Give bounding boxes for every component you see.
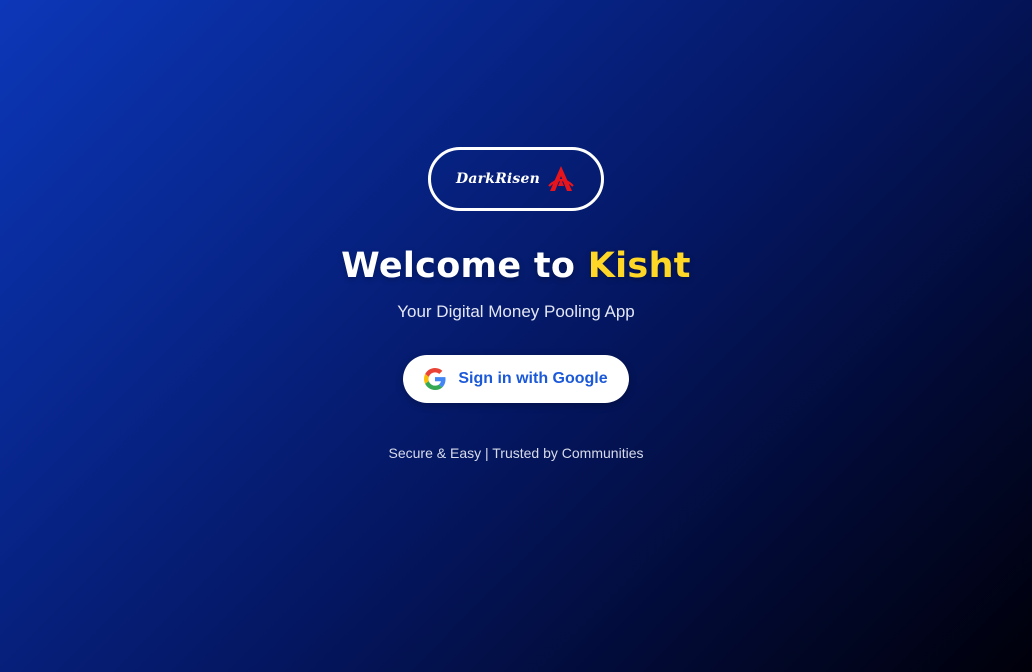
logo-badge: DarkRisen	[428, 147, 604, 211]
google-g-icon	[424, 368, 446, 390]
logo-wordmark: DarkRisen	[455, 171, 540, 187]
headline-brand: Kisht	[587, 246, 691, 286]
google-signin-label: Sign in with Google	[458, 370, 608, 387]
red-a-emblem-icon	[548, 166, 574, 191]
welcome-headline: Welcome to Kisht	[341, 246, 691, 286]
tagline: Your Digital Money Pooling App	[397, 302, 635, 321]
welcome-panel: DarkRisen Welcome to Kisht Your Digital …	[0, 0, 1032, 461]
headline-prefix: Welcome to	[341, 246, 588, 286]
google-signin-button[interactable]: Sign in with Google	[403, 355, 629, 403]
trust-note: Secure & Easy | Trusted by Communities	[388, 445, 644, 461]
